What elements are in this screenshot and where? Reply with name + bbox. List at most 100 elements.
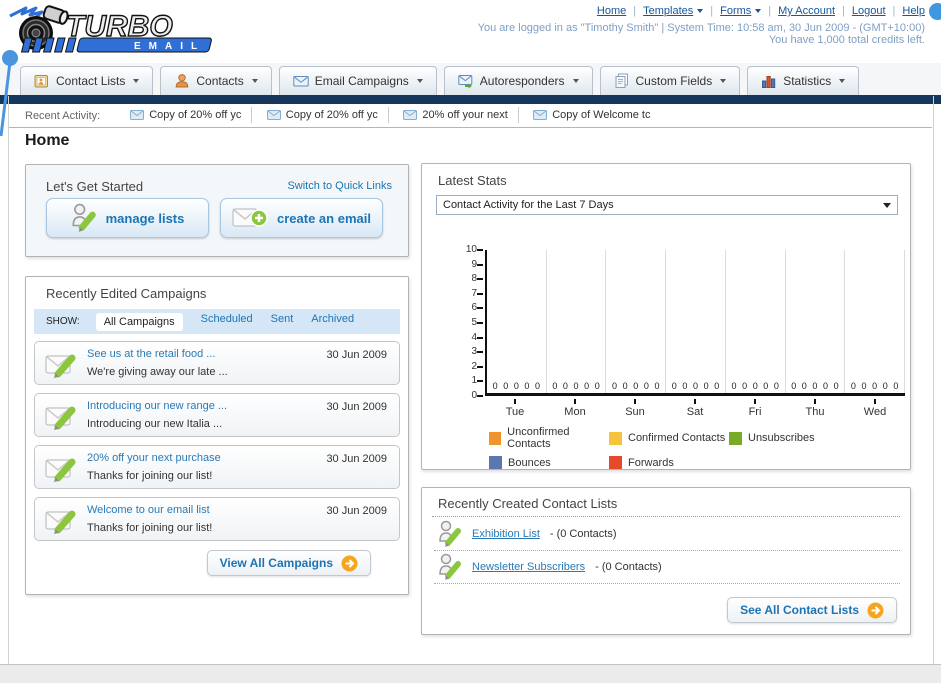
- data-value-labels: 00000: [845, 381, 904, 391]
- recent-activity-item[interactable]: 20% off your next: [393, 106, 519, 123]
- campaign-list-item[interactable]: Welcome to our email list Thanks for joi…: [34, 497, 400, 541]
- tab-statistics[interactable]: Statistics: [747, 66, 860, 95]
- data-value-label: 0: [594, 381, 600, 391]
- y-axis-tick-label: 2: [471, 361, 477, 372]
- data-value-labels: 00000: [786, 381, 845, 391]
- x-axis-label: Tue: [505, 406, 525, 418]
- legend-label: Confirmed Contacts: [628, 432, 726, 444]
- contact-list-link[interactable]: Exhibition List: [472, 528, 540, 540]
- logo-subtitle: EMAIL: [134, 41, 205, 52]
- data-value-label: 0: [812, 381, 818, 391]
- tab-email-campaigns[interactable]: Email Campaigns: [278, 66, 437, 95]
- campaign-list-item[interactable]: Introducing our new range ... Introducin…: [34, 393, 400, 437]
- edit-campaign-icon: [45, 458, 76, 482]
- data-value-labels: 00000: [666, 381, 725, 391]
- y-axis-tick-mark: [477, 395, 483, 397]
- y-axis-tick-mark: [477, 307, 483, 309]
- y-axis-tick-label: 5: [471, 317, 477, 328]
- arrow-right-icon: [867, 602, 884, 618]
- data-value-label: 0: [492, 381, 498, 391]
- data-value-label: 0: [622, 381, 628, 391]
- view-all-campaigns-button[interactable]: View All Campaigns: [206, 550, 371, 576]
- data-value-label: 0: [703, 381, 709, 391]
- campaign-filter[interactable]: Archived: [311, 313, 354, 331]
- contact-list-item[interactable]: Exhibition List - (0 Contacts): [434, 518, 900, 551]
- credits-info: You have 1,000 total credits left.: [768, 34, 925, 46]
- y-axis-tick-label: 3: [471, 346, 477, 357]
- campaign-subject: Introducing our new Italia ...: [87, 418, 223, 430]
- envelope-icon: [533, 109, 548, 120]
- recent-activity-item[interactable]: Copy of 20% off yc: [257, 106, 389, 123]
- chevron-down-icon: [133, 79, 140, 83]
- tab-label: Statistics: [783, 74, 832, 88]
- contact-lists-panel-title: Recently Created Contact Lists: [438, 496, 618, 511]
- header-nav: Home Templates Forms My Account Logout H…: [597, 5, 925, 17]
- data-value-labels: 00000: [606, 381, 665, 391]
- campaign-list-item[interactable]: 20% off your next purchase Thanks for jo…: [34, 445, 400, 489]
- campaign-filter[interactable]: Scheduled: [201, 313, 253, 331]
- campaign-filter[interactable]: Sent: [271, 313, 294, 331]
- campaign-subject: We're giving away our late ...: [87, 366, 228, 378]
- chart-day-group: 00000: [786, 250, 846, 393]
- campaign-list-item[interactable]: See us at the retail food ... We're givi…: [34, 341, 400, 385]
- y-axis-tick-label: 4: [471, 332, 477, 343]
- contact-list-link[interactable]: Newsletter Subscribers: [472, 561, 585, 573]
- switch-to-quick-links[interactable]: Switch to Quick Links: [287, 180, 392, 192]
- campaign-subject: Thanks for joining our list!: [87, 470, 213, 482]
- data-value-label: 0: [584, 381, 590, 391]
- header-nav-item[interactable]: Home: [597, 5, 643, 17]
- tab-custom-fields[interactable]: Custom Fields: [599, 66, 741, 95]
- x-axis-label: Fri: [748, 406, 762, 418]
- legend-item: Forwards: [609, 456, 729, 469]
- x-axis-tick-mark: [754, 399, 756, 404]
- campaign-title-link[interactable]: Introducing our new range ...: [87, 400, 227, 412]
- data-value-label: 0: [535, 381, 541, 391]
- legend-label: Bounces: [508, 456, 551, 469]
- main-tab-bar: Contact Lists Contacts Email Campaigns A…: [0, 63, 941, 95]
- header-nav-item[interactable]: My Account: [778, 5, 852, 17]
- tab-contact-lists[interactable]: Contact Lists: [20, 66, 154, 95]
- campaign-title-link[interactable]: 20% off your next purchase: [87, 452, 221, 464]
- header-nav-item[interactable]: Templates: [643, 5, 720, 17]
- tab-label: Contacts: [196, 74, 244, 88]
- x-axis-cell: Sun: [605, 399, 665, 418]
- x-axis-cell: Mon: [545, 399, 605, 418]
- y-axis-tick-mark: [477, 278, 483, 280]
- y-axis-tick-label: 9: [471, 259, 477, 270]
- data-value-label: 0: [503, 381, 509, 391]
- header-nav-item[interactable]: Logout: [852, 5, 903, 17]
- recent-activity-item[interactable]: Copy of Welcome tc: [523, 107, 660, 123]
- navy-divider-bar: [0, 95, 941, 104]
- data-value-label: 0: [671, 381, 677, 391]
- see-all-contact-lists-button[interactable]: See All Contact Lists: [727, 597, 897, 623]
- x-axis-cell: Wed: [845, 399, 905, 418]
- chevron-down-icon: [697, 9, 704, 13]
- tab-contacts[interactable]: Contacts: [160, 66, 272, 95]
- campaign-title-link[interactable]: See us at the retail food ...: [87, 348, 228, 360]
- y-axis-tick-mark: [477, 293, 483, 295]
- y-axis-tick-label: 6: [471, 302, 477, 313]
- contact-lists-icon: [34, 75, 48, 88]
- stats-dropdown-value: Contact Activity for the Last 7 Days: [443, 199, 614, 211]
- data-value-label: 0: [643, 381, 649, 391]
- latest-stats-panel: Latest Stats Contact Activity for the La…: [421, 163, 911, 470]
- data-value-label: 0: [801, 381, 807, 391]
- data-value-label: 0: [872, 381, 878, 391]
- tab-autoresponders[interactable]: Autoresponders: [443, 66, 593, 95]
- data-value-labels: 00000: [487, 381, 546, 391]
- campaign-filter[interactable]: All Campaigns: [95, 312, 183, 331]
- contact-list-item[interactable]: Newsletter Subscribers - (0 Contacts): [434, 551, 900, 584]
- header-nav-item[interactable]: Help: [902, 5, 925, 17]
- stats-report-dropdown[interactable]: Contact Activity for the Last 7 Days: [436, 195, 898, 215]
- y-axis-tick-label: 1: [471, 375, 477, 386]
- x-axis-tick-mark: [514, 399, 516, 404]
- header-nav-item[interactable]: Forms: [720, 5, 778, 17]
- manage-lists-button[interactable]: manage lists: [46, 198, 209, 238]
- create-email-button[interactable]: create an email: [220, 198, 383, 238]
- recent-activity-item[interactable]: Copy of 20% off yc: [120, 106, 253, 123]
- header-nav-link-label: Help: [902, 5, 925, 17]
- recent-activity-text: 20% off your next: [422, 108, 508, 121]
- chart-day-group: 00000: [547, 250, 607, 393]
- x-axis-label: Wed: [863, 406, 887, 418]
- campaign-title-link[interactable]: Welcome to our email list: [87, 504, 212, 516]
